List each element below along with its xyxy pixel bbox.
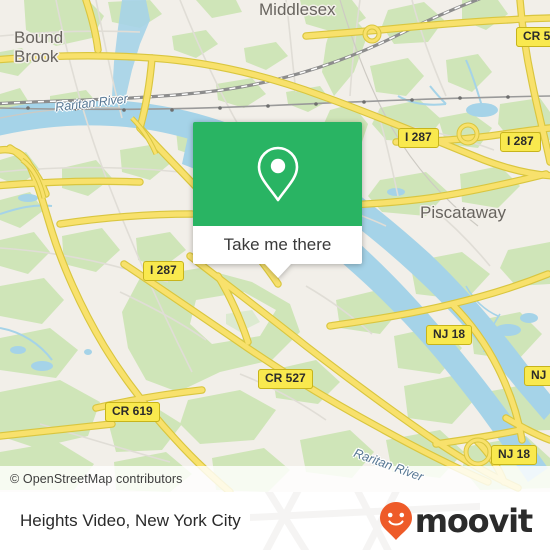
moovit-wordmark: moovit: [414, 502, 533, 540]
road-shield-nj-18-mid-right[interactable]: NJ 18: [426, 325, 473, 345]
attribution-text: © OpenStreetMap contributors: [10, 472, 183, 486]
popup-tail: [264, 264, 291, 278]
moovit-map-screenshot: Bound Brook Middlesex Piscataway Raritan…: [0, 0, 550, 550]
road-shield-nj-18-right-edge[interactable]: NJ 18: [524, 366, 550, 386]
popup-label: Take me there: [223, 235, 332, 254]
map-attribution: © OpenStreetMap contributors: [0, 466, 550, 492]
take-me-there-popup[interactable]: Take me there: [193, 122, 362, 278]
road-shield-cr-529-top-right[interactable]: CR 52: [516, 27, 550, 47]
road-shield-cr-619-bottom[interactable]: CR 619: [105, 402, 160, 422]
map-pin-icon: [257, 146, 298, 202]
road-shield-cr-527-center[interactable]: CR 527: [258, 369, 313, 389]
popup-header: [193, 122, 362, 226]
road-shield-i-287-top-mid[interactable]: I 287: [398, 128, 439, 148]
road-shield-i-287-top-right[interactable]: I 287: [500, 132, 541, 152]
popup-action[interactable]: Take me there: [193, 226, 362, 264]
road-shield-i-287-left[interactable]: I 287: [143, 261, 184, 281]
footer-bar: Heights Video, New York City moovit: [0, 492, 550, 550]
moovit-logo[interactable]: moovit: [379, 501, 533, 541]
road-shield-nj-18-bottom[interactable]: NJ 18: [491, 445, 538, 465]
moovit-pin-icon: [379, 502, 412, 540]
place-title: Heights Video, New York City: [20, 511, 241, 530]
